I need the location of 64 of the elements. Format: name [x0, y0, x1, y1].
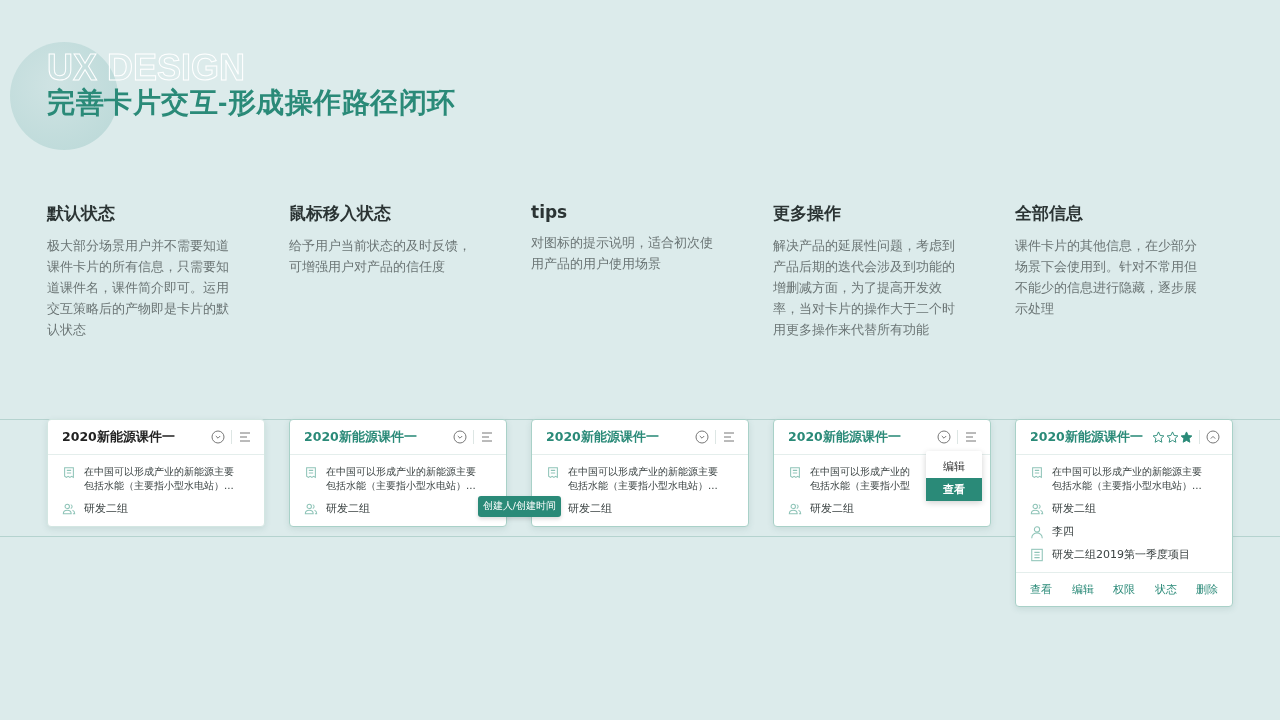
menu-button[interactable] — [480, 430, 494, 444]
document-icon — [1030, 466, 1044, 480]
expand-button[interactable] — [211, 430, 225, 444]
course-summary: 在中国可以形成产业的新能源主要 包括水能（主要指小型水电站）... — [84, 465, 234, 493]
card-title: 2020新能源课件一 — [62, 428, 176, 446]
project-name: 研发二组2019第一季度项目 — [1052, 547, 1190, 562]
course-summary: 在中国可以形成产业的新能源主要 包括水能（主要指小型水电站）... — [1052, 465, 1202, 493]
section-description: 极大部分场景用户并不需要知道课件卡片的所有信息，只需要知道课件名，课件简介即可。运用交互策略后的产物即是卡片的默认状态 — [47, 237, 230, 339]
users-icon — [304, 502, 318, 516]
card-title: 2020新能源课件一 — [788, 428, 902, 446]
course-card[interactable]: 2020新能源课件一 在中国可以形成产业的新能源主要 包括水能（主要指小型水电站）... 研发二组 — [47, 419, 265, 527]
document-icon — [546, 466, 560, 480]
section-heading: 鼠标移入状态 — [289, 202, 391, 225]
group-name: 研发二组 — [568, 501, 612, 516]
expand-button[interactable] — [937, 430, 951, 444]
section-description: 给予用户当前状态的及时反馈，可增强用户对产品的信任度 — [289, 237, 472, 276]
document-icon — [788, 466, 802, 480]
course-card[interactable]: 2020新能源课件一 在中国可以形成产业的新能源主要 包括水能（主要指小型水电站）... 研发二组 李四 研发二组2019第一季度项目 查看 编辑 权限 状态 删除 — [1015, 419, 1233, 607]
course-summary: 在中国可以形成产业的 包括水能（主要指小型 — [810, 465, 910, 493]
card-action-link[interactable]: 编辑 — [1071, 582, 1094, 597]
section-description: 课件卡片的其他信息，在少部分场景下会使用到。针对不常用但不能少的信息进行隐藏，逐步展示处理 — [1015, 237, 1198, 318]
owner-name: 李四 — [1052, 524, 1074, 539]
expand-button[interactable] — [453, 430, 467, 444]
menu-button[interactable] — [238, 430, 252, 444]
document-icon — [304, 466, 318, 480]
page-title: 完善卡片交互-形成操作路径闭环 — [47, 86, 456, 120]
card-action-link[interactable]: 状态 — [1154, 582, 1177, 597]
section-heading: 默认状态 — [47, 202, 115, 225]
section-description: 解决产品的延展性问题，考虑到产品后期的迭代会涉及到功能的增删减方面，为了提高开发效率，当对卡片的操作大于二个时用更多操作来代替所有功能 — [773, 237, 956, 339]
users-icon — [1030, 502, 1044, 516]
list-icon — [1030, 548, 1044, 562]
users-icon — [62, 502, 76, 516]
menu-button[interactable] — [964, 430, 978, 444]
star-icon[interactable] — [1180, 430, 1193, 444]
background-heading: UX DESIGN — [47, 50, 246, 86]
section-heading: tips — [531, 202, 568, 222]
course-summary: 在中国可以形成产业的新能源主要 包括水能（主要指小型水电站）... — [568, 465, 718, 493]
section-heading: 更多操作 — [773, 202, 841, 225]
star-icon[interactable] — [1152, 430, 1165, 444]
section-description: 对图标的提示说明，适合初次使用产品的用户使用场景 — [531, 234, 714, 273]
group-name: 研发二组 — [84, 501, 128, 516]
group-name: 研发二组 — [1052, 501, 1096, 516]
card-action-link[interactable]: 删除 — [1196, 582, 1218, 597]
menu-item[interactable]: 编辑 — [926, 455, 982, 478]
card-action-link[interactable]: 查看 — [1030, 582, 1052, 597]
users-icon — [788, 502, 802, 516]
person-icon — [1030, 525, 1044, 539]
menu-item[interactable]: 查看 — [926, 478, 982, 501]
expand-button[interactable] — [695, 430, 709, 444]
card-title: 2020新能源课件一 — [304, 428, 418, 446]
menu-button[interactable] — [722, 430, 736, 444]
collapse-button[interactable] — [1206, 430, 1220, 444]
group-name: 研发二组 — [810, 501, 854, 516]
star-rating[interactable] — [1152, 430, 1193, 444]
card-action-link[interactable]: 权限 — [1113, 582, 1135, 597]
course-summary: 在中国可以形成产业的新能源主要 包括水能（主要指小型水电站）... — [326, 465, 476, 493]
card-title: 2020新能源课件一 — [1030, 428, 1144, 446]
document-icon — [62, 466, 76, 480]
star-icon[interactable] — [1166, 430, 1179, 444]
card-title: 2020新能源课件一 — [546, 428, 660, 446]
section-heading: 全部信息 — [1015, 202, 1083, 225]
group-name: 研发二组 — [326, 501, 370, 516]
tooltip: 创建人/创建时间 — [477, 496, 561, 517]
course-card[interactable]: 2020新能源课件一 编辑 查看 在中国可以形成产业的 包括水能（主要指小型 研发二组 — [773, 419, 991, 527]
